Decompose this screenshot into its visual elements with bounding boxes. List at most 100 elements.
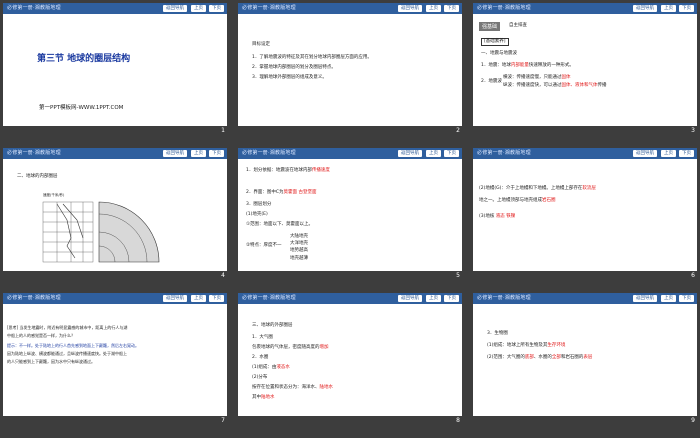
text-line: 2．掌握地球内部圈层的划分及圈层特点。 — [252, 65, 336, 70]
brand-label: 必修第一册·湘教版地理 — [477, 150, 531, 156]
slide-thumbnail-1[interactable]: 必修第一册·湘教版地理 返回导航 上页 下页 第三节 地球的圈层结构 第一PPT… — [3, 3, 227, 135]
slide-header: 必修第一册·湘教版地理 返回导航 上页 下页 — [238, 3, 462, 14]
section-heading: 二、地球的内部圈层 — [17, 174, 58, 179]
slide-footer: 3 — [473, 126, 697, 135]
prev-page-button[interactable]: 上页 — [426, 150, 441, 157]
return-nav-button[interactable]: 返回导航 — [163, 5, 187, 12]
brand-label: 必修第一册·湘教版地理 — [7, 5, 61, 11]
return-nav-button[interactable]: 返回导航 — [163, 150, 187, 157]
slide-header: 必修第一册·湘教版地理 返回导航 上页 下页 — [473, 3, 697, 14]
text-line: 按存在位置和状态分为：海洋水、陆地水 — [252, 385, 333, 390]
prev-page-button[interactable]: 上页 — [661, 295, 676, 302]
prev-page-button[interactable]: 上页 — [191, 295, 206, 302]
text-line: 因为陆地上纵波、横波都能通过，且纵波传播速度快。处于湖中船上 — [7, 351, 127, 356]
text-line: (1)地壳(E) — [246, 212, 268, 217]
text-line: 1．地震：地球内部能量快速释放的一种形式。 — [481, 63, 574, 68]
prev-page-button[interactable]: 上页 — [661, 5, 676, 12]
text-line: 纵波：传播速度快，可以通过固体、液体和气体传播 — [503, 83, 607, 88]
prev-page-button[interactable]: 上页 — [661, 150, 676, 157]
text-line: [思考] 当发生地震时，附近有明显震感的城市中，距离上的行人与湖 — [7, 325, 128, 330]
text-line: 提示：不一样。处于陆地上的行人首先感到地面上下颠簸，然后左右晃动。 — [7, 343, 139, 348]
slide-footer: 2 — [238, 126, 462, 135]
next-page-button[interactable]: 下页 — [679, 150, 694, 157]
box-label: [基础素养] — [481, 38, 509, 46]
return-nav-button[interactable]: 返回导航 — [633, 295, 657, 302]
text-line: 2．水圈 — [252, 355, 269, 360]
slide-footer: 6 — [473, 271, 697, 280]
next-page-button[interactable]: 下页 — [679, 295, 694, 302]
page-number: 5 — [456, 272, 460, 279]
text-line: 地势越高 — [290, 248, 308, 253]
text-line: (2)范围：大气圈的底部、水圈的全部和岩石圈的表层 — [487, 355, 593, 360]
slide-thumbnail-9[interactable]: 必修第一册·湘教版地理 返回导航 上页 下页 3．生物圈 (1)组成：地球上所有… — [473, 293, 697, 425]
page-number: 2 — [456, 127, 460, 134]
return-nav-button[interactable]: 返回导航 — [398, 5, 422, 12]
text-line: 3．圈层划分 — [246, 202, 272, 207]
text-line: (1)组成：地球上所有生物及其生存环境 — [487, 343, 566, 348]
page-number: 1 — [221, 127, 225, 134]
text-line: ②特点：厚度不一 — [246, 243, 282, 248]
text-line: 地壳越薄 — [290, 256, 308, 261]
text-line: 一、地震与地震波 — [481, 51, 517, 56]
brand-label: 必修第一册·湘教版地理 — [242, 150, 296, 156]
brand-label: 必修第一册·湘教版地理 — [477, 295, 531, 301]
section-tag-sub: 自主排查 — [509, 23, 527, 28]
slide-thumbnail-4[interactable]: 必修第一册·湘教版地理 返回导航 上页 下页 二、地球的内部圈层 速度(千米/秒… — [3, 148, 227, 280]
page-number: 4 — [221, 272, 225, 279]
slide-footer: 9 — [473, 416, 697, 425]
slide-thumbnail-7[interactable]: 必修第一册·湘教版地理 返回导航 上页 下页 [思考] 当发生地震时，附近有明显… — [3, 293, 227, 425]
prev-page-button[interactable]: 上页 — [191, 150, 206, 157]
next-page-button[interactable]: 下页 — [679, 5, 694, 12]
text-line: 1．大气圈 — [252, 335, 273, 340]
text-line: 横波：传播速度慢，只能通过固体 — [503, 75, 571, 80]
text-line: (2)分布 — [252, 375, 268, 380]
text-line: 其中陆地水 — [252, 395, 275, 400]
next-page-button[interactable]: 下页 — [444, 5, 459, 12]
text-line: 3．生物圈 — [487, 331, 508, 336]
text-line: 大陆地壳 — [290, 234, 308, 239]
brand-label: 必修第一册·湘教版地理 — [242, 295, 296, 301]
slide-thumbnail-6[interactable]: 必修第一册·湘教版地理 返回导航 上页 下页 (2)地幔(G)：介于上地幔和下地… — [473, 148, 697, 280]
return-nav-button[interactable]: 返回导航 — [398, 150, 422, 157]
text-line: (1)组成：由液态水 — [252, 365, 290, 370]
seismic-diagram — [42, 201, 160, 263]
brand-label: 必修第一册·湘教版地理 — [242, 5, 296, 11]
text-line: 中船上的人的感觉是否一样，为什么？ — [7, 333, 75, 338]
return-nav-button[interactable]: 返回导航 — [163, 295, 187, 302]
page-number: 8 — [456, 417, 460, 424]
slide-thumbnail-2[interactable]: 必修第一册·湘教版地理 返回导航 上页 下页 目标设定 1．了解地震波的特征及其… — [238, 3, 462, 135]
next-page-button[interactable]: 下页 — [444, 295, 459, 302]
slide-footer: 7 — [3, 416, 227, 425]
brand-label: 必修第一册·湘教版地理 — [7, 295, 61, 301]
slide-header: 必修第一册·湘教版地理 返回导航 上页 下页 — [3, 293, 227, 304]
slide-header: 必修第一册·湘教版地理 返回导航 上页 下页 — [238, 148, 462, 159]
slide-footer: 4 — [3, 271, 227, 280]
slide-header: 必修第一册·湘教版地理 返回导航 上页 下页 — [3, 3, 227, 14]
text-line: 大洋地壳 — [290, 241, 308, 246]
slide-footer: 1 — [3, 126, 227, 135]
slide-thumbnail-8[interactable]: 必修第一册·湘教版地理 返回导航 上页 下页 三、地球的外部圈层 1．大气圈 包… — [238, 293, 462, 425]
next-page-button[interactable]: 下页 — [209, 295, 224, 302]
text-line: 3．理解地球外部圈层的组成及意义。 — [252, 75, 327, 80]
slide-header: 必修第一册·湘教版地理 返回导航 上页 下页 — [3, 148, 227, 159]
return-nav-button[interactable]: 返回导航 — [633, 150, 657, 157]
slide-thumbnail-5[interactable]: 必修第一册·湘教版地理 返回导航 上页 下页 1．划分依据：地震波在地球内部传播… — [238, 148, 462, 280]
prev-page-button[interactable]: 上页 — [191, 5, 206, 12]
prev-page-button[interactable]: 上页 — [426, 5, 441, 12]
slide-header: 必修第一册·湘教版地理 返回导航 上页 下页 — [473, 293, 697, 304]
text-line: 2．地震波 — [481, 79, 502, 84]
slide-subtitle: 第一PPT模板网-WWW.1PPT.COM — [39, 105, 124, 111]
prev-page-button[interactable]: 上页 — [426, 295, 441, 302]
section-tag: 强基础 — [479, 22, 501, 31]
next-page-button[interactable]: 下页 — [444, 150, 459, 157]
page-number: 7 — [221, 417, 225, 424]
text-line: 地之一。上地幔顶部与地壳组成岩石圈 — [479, 198, 556, 203]
slide-thumbnail-3[interactable]: 必修第一册·湘教版地理 返回导航 上页 下页 强基础 自主排查 [基础素养] 一… — [473, 3, 697, 135]
next-page-button[interactable]: 下页 — [209, 5, 224, 12]
section-heading: 三、地球的外部圈层 — [252, 323, 293, 328]
return-nav-button[interactable]: 返回导航 — [398, 295, 422, 302]
next-page-button[interactable]: 下页 — [209, 150, 224, 157]
brand-label: 必修第一册·湘教版地理 — [7, 150, 61, 156]
text-line: (2)地幔(G)：介于上地幔和下地幔。上地幔上部存在软流层 — [479, 186, 596, 191]
return-nav-button[interactable]: 返回导航 — [633, 5, 657, 12]
